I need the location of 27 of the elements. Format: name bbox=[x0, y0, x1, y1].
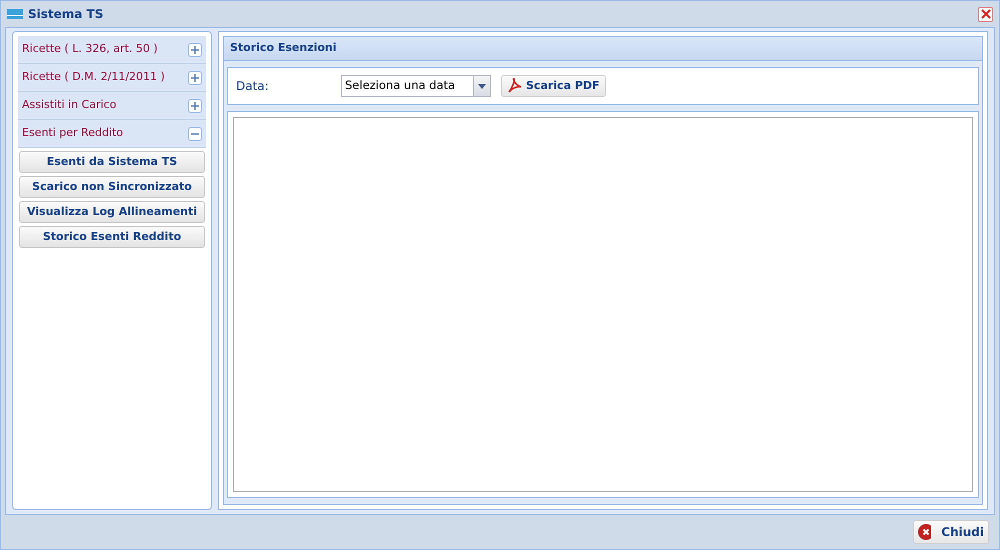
accordion-header[interactable]: Ricette ( L. 326, art. 50 ) bbox=[18, 36, 206, 64]
section-label: Assistiti in Carico bbox=[22, 97, 116, 114]
accordion-header[interactable]: Ricette ( D.M. 2/11/2011 ) bbox=[18, 64, 206, 92]
pdf-icon bbox=[507, 78, 523, 94]
close-button[interactable]: Chiudi bbox=[913, 520, 989, 544]
panel-title: Storico Esenzioni bbox=[224, 37, 982, 61]
window-icon bbox=[7, 9, 23, 19]
window-title: Sistema TS bbox=[28, 6, 104, 23]
download-pdf-button[interactable]: Scarica PDF bbox=[501, 75, 606, 97]
date-label: Data: bbox=[236, 78, 270, 95]
dropdown-arrow-icon[interactable] bbox=[478, 84, 486, 88]
menu-button[interactable]: Esenti da Sistema TS bbox=[19, 151, 205, 173]
menu-button[interactable]: Visualizza Log Allineamenti bbox=[19, 201, 205, 223]
accordion-header[interactable]: Assistiti in Carico bbox=[18, 92, 206, 120]
menu-button[interactable]: Storico Esenti Reddito bbox=[19, 226, 205, 248]
section-label: Ricette ( L. 326, art. 50 ) bbox=[22, 41, 158, 58]
close-icon bbox=[918, 524, 932, 540]
section-label: Ricette ( D.M. 2/11/2011 ) bbox=[22, 69, 165, 86]
section-label: Esenti per Reddito bbox=[22, 125, 124, 142]
date-select[interactable]: Seleziona una data bbox=[341, 75, 491, 97]
close-button[interactable] bbox=[978, 6, 993, 22]
accordion-header[interactable]: Esenti per Reddito bbox=[18, 120, 206, 148]
expand-icon[interactable] bbox=[188, 42, 202, 56]
expand-icon[interactable] bbox=[188, 70, 202, 84]
expand-icon[interactable] bbox=[188, 98, 202, 112]
collapse-icon[interactable] bbox=[188, 126, 202, 140]
menu-button[interactable]: Scarico non Sincronizzato bbox=[19, 176, 205, 198]
